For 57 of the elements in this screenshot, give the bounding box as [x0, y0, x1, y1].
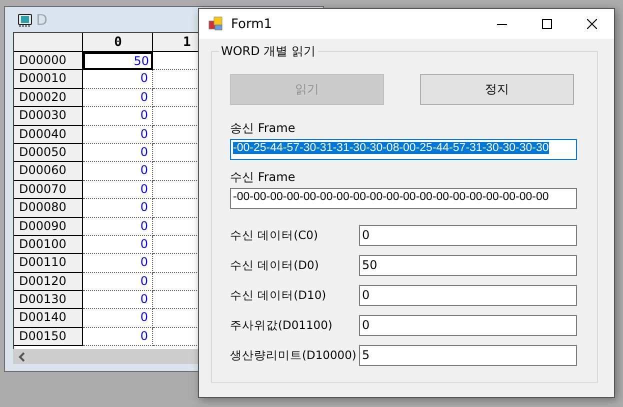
field-label: 수신 Frame	[230, 169, 296, 186]
row-header: D00150	[14, 328, 83, 346]
field-label: 생산량리미트(D10000)	[230, 348, 356, 363]
window-title: Form1	[231, 16, 272, 32]
text-field[interactable]: 0	[359, 315, 577, 336]
group-title: WORD 개별 읽기	[219, 43, 318, 60]
table-cell[interactable]: 0	[83, 107, 153, 126]
maximize-icon	[542, 19, 552, 29]
row-header: D00040	[14, 126, 83, 144]
table-cell[interactable]: 0	[83, 309, 153, 328]
table-cell[interactable]: 0	[83, 328, 153, 346]
row-header: D00100	[14, 236, 83, 254]
table-cell[interactable]: 0	[83, 126, 153, 144]
row-header: D00050	[14, 144, 83, 162]
field-label: 주사위값(D01100)	[230, 318, 332, 333]
table-cell[interactable]: 0	[83, 218, 153, 236]
field-label: 수신 데이터(C0)	[230, 228, 318, 243]
table-cell[interactable]: 0	[83, 88, 153, 108]
table-cell[interactable]: 0	[83, 162, 153, 181]
corner-header	[14, 33, 83, 52]
stop-button[interactable]: 정지	[420, 74, 574, 105]
table-cell[interactable]: 0	[83, 144, 153, 162]
row-header: D00130	[14, 291, 83, 310]
row-header: D00120	[14, 272, 83, 292]
row-header: D00020	[14, 88, 83, 108]
row-header: D00070	[14, 180, 83, 200]
chip-icon	[17, 12, 33, 28]
row-header: D00080	[14, 199, 83, 218]
table-cell[interactable]: 0	[83, 291, 153, 310]
table-cell[interactable]: 0	[83, 254, 153, 273]
row-header: D00030	[14, 107, 83, 126]
table-cell[interactable]: 50	[83, 52, 153, 70]
row-header: D00140	[14, 309, 83, 328]
row-header: D00060	[14, 162, 83, 181]
text-field[interactable]: 50	[359, 255, 577, 276]
table-cell[interactable]: 0	[83, 199, 153, 218]
text-field[interactable]: 0	[359, 225, 577, 246]
table-cell[interactable]: 0	[83, 236, 153, 254]
text-field[interactable]: 0	[359, 285, 577, 306]
text-field[interactable]: -00-00-00-00-00-00-00-00-00-00-00-00-00-00-00-00-00-00-00	[230, 188, 577, 209]
app-icon	[208, 16, 224, 32]
column-header: 0	[83, 33, 153, 52]
field-label: 수신 데이터(D10)	[230, 288, 326, 303]
row-header: D00090	[14, 218, 83, 236]
text-field[interactable]: -00-25-44-57-30-31-31-30-30-08-00-25-44-57-31-30-30-30-30	[230, 139, 577, 160]
field-label: 송신 Frame	[230, 120, 296, 137]
close-icon	[586, 19, 596, 29]
table-cell[interactable]: 0	[83, 70, 153, 89]
row-header: D00000	[14, 52, 83, 70]
scroll-left-icon[interactable]	[18, 350, 26, 362]
row-header: D00010	[14, 70, 83, 89]
field-label: 수신 데이터(D0)	[230, 258, 319, 273]
row-header: D00110	[14, 254, 83, 273]
text-field[interactable]: 5	[359, 345, 577, 366]
table-cell[interactable]: 0	[83, 180, 153, 200]
table-cell[interactable]: 0	[83, 272, 153, 292]
window-title: D	[36, 10, 48, 28]
